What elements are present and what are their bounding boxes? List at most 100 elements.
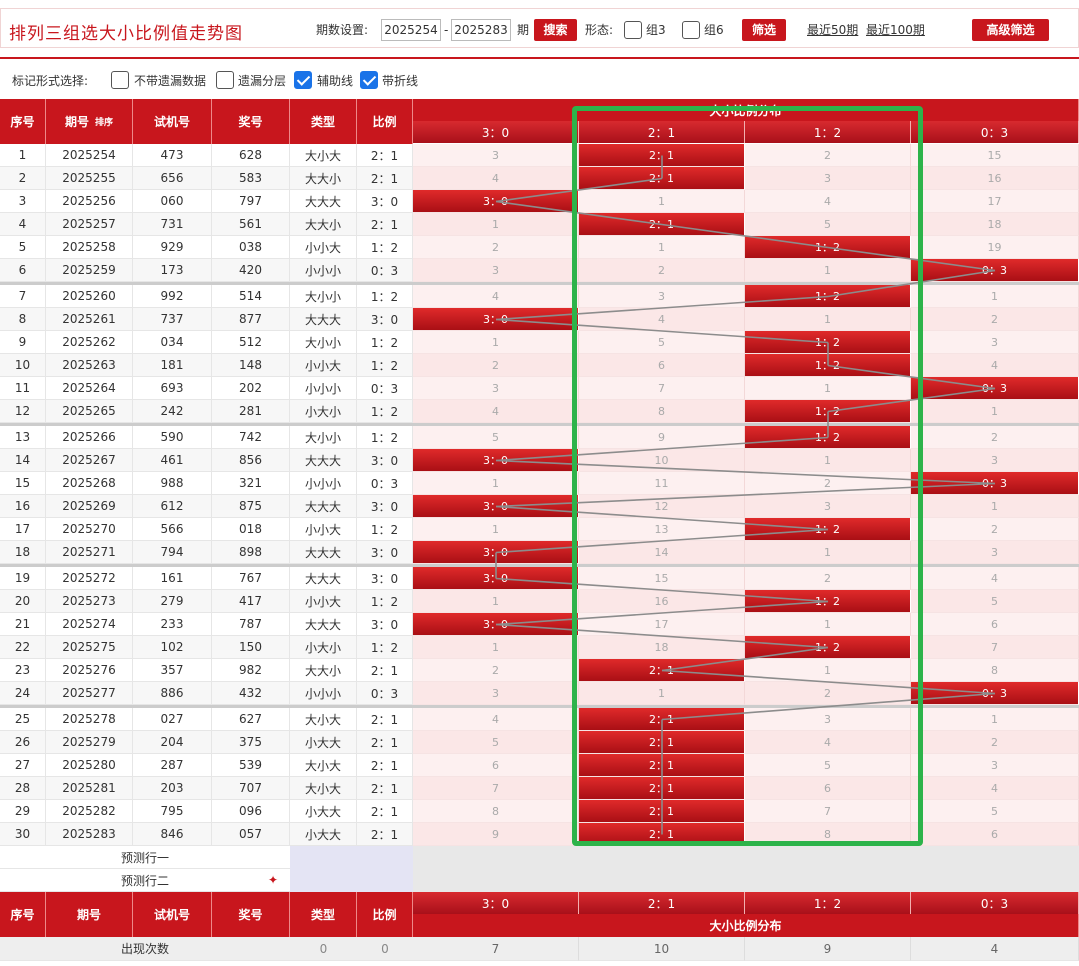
miss-cell: 17 — [579, 613, 745, 636]
advanced-filter-button[interactable]: 高级筛选 — [972, 19, 1049, 41]
row-type: 小小大 — [290, 236, 357, 259]
row-seq: 5 — [0, 236, 46, 259]
miss-cell: 1 — [745, 259, 911, 282]
polyline-checkbox[interactable] — [360, 71, 378, 89]
foot-ratio-header: 比例 — [357, 892, 413, 937]
row-seq: 27 — [0, 754, 46, 777]
row-ratio: 1：2 — [357, 636, 413, 659]
row-trial: 060 — [133, 190, 212, 213]
miss-layer-checkbox[interactable] — [216, 71, 234, 89]
row-ratio: 2：1 — [357, 754, 413, 777]
row-ratio: 1：2 — [357, 285, 413, 308]
row-issue: 2025270 — [46, 518, 133, 541]
miss-cell: 1 — [911, 400, 1079, 423]
foot-dist-col-2: 1：2 — [745, 892, 911, 914]
row-issue: 2025268 — [46, 472, 133, 495]
row-trial: 988 — [133, 472, 212, 495]
row-ratio: 1：2 — [357, 426, 413, 449]
miss-cell: 19 — [911, 236, 1079, 259]
miss-cell: 8 — [413, 800, 579, 823]
no-miss-checkbox[interactable] — [111, 71, 129, 89]
miss-cell: 3 — [911, 541, 1079, 564]
miss-cell: 6 — [911, 613, 1079, 636]
period-from-input[interactable]: 2025254 — [381, 19, 441, 41]
dist-col-0: 3：0 — [413, 121, 579, 143]
count-value-1: 10 — [579, 937, 745, 961]
miss-cell: 3 — [745, 167, 911, 190]
row-seq: 25 — [0, 708, 46, 731]
row-trial: 461 — [133, 449, 212, 472]
arrow-down-icon[interactable]: ✦ — [268, 873, 278, 887]
row-prize: 856 — [212, 449, 290, 472]
row-type: 大大小 — [290, 213, 357, 236]
col-prize-header: 奖号 — [212, 99, 290, 144]
row-issue: 2025281 — [46, 777, 133, 800]
period-dash: - — [444, 23, 449, 37]
filter-button[interactable]: 筛选 — [742, 19, 786, 41]
row-trial: 102 — [133, 636, 212, 659]
row-trial: 203 — [133, 777, 212, 800]
row-ratio: 2：1 — [357, 659, 413, 682]
row-seq: 26 — [0, 731, 46, 754]
row-ratio: 1：2 — [357, 518, 413, 541]
row-prize: 150 — [212, 636, 290, 659]
row-ratio: 3：0 — [357, 495, 413, 518]
row-type: 小小小 — [290, 377, 357, 400]
row-type: 大小大 — [290, 777, 357, 800]
hit-cell: 2：1 — [579, 167, 745, 190]
recent-100-link[interactable]: 最近100期 — [866, 21, 925, 38]
hit-cell: 1：2 — [745, 426, 911, 449]
row-seq: 1 — [0, 144, 46, 167]
miss-cell: 1 — [413, 472, 579, 495]
row-seq: 14 — [0, 449, 46, 472]
sort-label[interactable]: 排序 — [95, 115, 113, 128]
row-issue: 2025265 — [46, 400, 133, 423]
row-trial: 929 — [133, 236, 212, 259]
row-type: 大大大 — [290, 308, 357, 331]
g3-label: 组3 — [646, 23, 666, 37]
predict-input-area[interactable] — [290, 846, 413, 892]
row-type: 大大小 — [290, 659, 357, 682]
g3-checkbox[interactable] — [624, 21, 642, 39]
row-issue: 2025258 — [46, 236, 133, 259]
row-ratio: 1：2 — [357, 331, 413, 354]
period-to-input[interactable]: 2025283 — [451, 19, 511, 41]
row-ratio: 1：2 — [357, 354, 413, 377]
row-seq: 11 — [0, 377, 46, 400]
row-prize: 539 — [212, 754, 290, 777]
miss-cell: 16 — [579, 590, 745, 613]
row-issue: 2025283 — [46, 823, 133, 846]
row-seq: 7 — [0, 285, 46, 308]
miss-cell: 2 — [413, 236, 579, 259]
row-issue: 2025257 — [46, 213, 133, 236]
hit-cell: 3：0 — [413, 613, 579, 636]
dist-col-2: 1：2 — [745, 121, 911, 143]
miss-cell: 9 — [413, 823, 579, 846]
row-seq: 2 — [0, 167, 46, 190]
predict-dist-area[interactable] — [413, 846, 1079, 892]
search-button[interactable]: 搜索 — [534, 19, 577, 41]
miss-cell: 11 — [579, 472, 745, 495]
miss-cell: 2 — [745, 472, 911, 495]
miss-cell: 15 — [579, 567, 745, 590]
miss-cell: 4 — [911, 354, 1079, 377]
row-type: 小大大 — [290, 731, 357, 754]
miss-cell: 5 — [413, 731, 579, 754]
aux-line-checkbox[interactable] — [294, 71, 312, 89]
row-issue: 2025278 — [46, 708, 133, 731]
row-seq: 20 — [0, 590, 46, 613]
row-type: 小小大 — [290, 354, 357, 377]
miss-cell: 9 — [579, 426, 745, 449]
miss-cell: 4 — [413, 285, 579, 308]
row-type: 小大小 — [290, 636, 357, 659]
row-prize: 875 — [212, 495, 290, 518]
recent-50-link[interactable]: 最近50期 — [807, 21, 858, 38]
miss-cell: 2 — [745, 682, 911, 705]
row-trial: 737 — [133, 308, 212, 331]
miss-cell: 1 — [745, 308, 911, 331]
miss-cell: 3 — [745, 495, 911, 518]
col-issue-header[interactable]: 期号 排序 — [46, 99, 133, 144]
count-value-2: 9 — [745, 937, 911, 961]
hit-cell: 1：2 — [745, 331, 911, 354]
g6-checkbox[interactable] — [682, 21, 700, 39]
